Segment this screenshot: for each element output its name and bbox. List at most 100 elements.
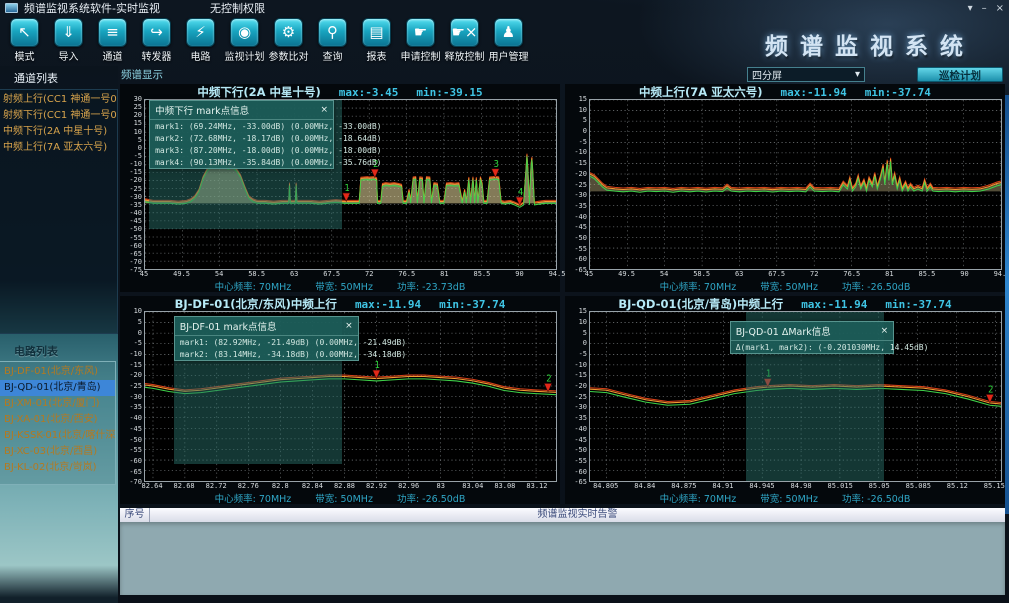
toolbar-button-label: 转发器 xyxy=(142,48,172,63)
sidebar: 通道列表 射频上行(CC1 神通一号02星)射频下行(CC1 神通一号02星)中… xyxy=(0,66,118,603)
close-icon[interactable]: × xyxy=(311,105,329,115)
toolbar-button-2[interactable]: ⇓导入 xyxy=(49,18,88,63)
channel-item[interactable]: 射频上行(CC1 神通一号02星) xyxy=(3,92,117,108)
center-frequency: 中心频率: 70MHz xyxy=(660,282,737,293)
toolbar-button-label: 查询 xyxy=(323,48,343,63)
screen-layout-select[interactable]: 四分屏 ▾ xyxy=(747,67,865,82)
power: 功率: -26.50dB xyxy=(397,494,465,505)
permission-status: 无控制权限 xyxy=(210,0,265,16)
app-logo-icon xyxy=(5,3,18,13)
chart-title: 中频下行(2A 中星十号)max:-3.45min:-39.15 xyxy=(120,84,560,99)
close-button[interactable]: × xyxy=(996,3,1004,14)
svg-text:1: 1 xyxy=(375,361,380,372)
search-icon: ⚲ xyxy=(318,18,347,47)
mark-row: Δ(mark1, mark2): (-0.201030MHz, 14.45dB) xyxy=(731,341,893,353)
wrench-icon: ⚙ xyxy=(274,18,303,47)
svg-text:3: 3 xyxy=(494,159,499,170)
toolbar-button-6[interactable]: ◉监视计划 xyxy=(225,18,264,63)
chart-min-value: min:-37.74 xyxy=(865,86,931,99)
circuit-item[interactable]: BJ-DF-01(北京/东风) xyxy=(0,364,115,380)
svg-text:1: 1 xyxy=(345,183,350,194)
power: 功率: -23.73dB xyxy=(397,282,465,293)
spectrum-chart-3: BJ-DF-01(北京/东风)中频上行max:-11.94min:-37.741… xyxy=(120,296,560,504)
toolbar-button-label: 申请控制 xyxy=(401,48,441,63)
svg-text:2: 2 xyxy=(546,374,551,385)
toolbar-button-1[interactable]: ↖模式 xyxy=(5,18,44,63)
toolbar-button-label: 模式 xyxy=(15,48,35,63)
channel-item[interactable]: 中频下行(2A 中星十号) xyxy=(3,124,117,140)
pin-icon[interactable]: ▾ xyxy=(968,3,973,14)
mark-row: mark2: (72.68MHz, -18.17dB) (0.00MHz, -1… xyxy=(150,132,333,144)
y-axis-labels: 151050-5-10-15-20-25-30-35-40-45-50-55-6… xyxy=(565,99,589,270)
chart-plot-area[interactable]: 1234中频下行 mark点信息×mark1: (69.24MHz, -33.0… xyxy=(144,99,557,270)
toolbar-button-7[interactable]: ⚙参数比对 xyxy=(269,18,308,63)
chart-min-value: min:-37.74 xyxy=(439,298,505,311)
chart-max-value: max:-11.94 xyxy=(355,298,421,311)
close-icon[interactable]: × xyxy=(871,326,889,336)
alarm-header: 序号 频谱监视实时告警 xyxy=(120,508,1005,522)
spectrum-chart-2: 中频上行(7A 亚太六号)max:-11.94min:-37.74151050-… xyxy=(565,84,1005,292)
chart-max-value: max:-11.94 xyxy=(801,298,867,311)
bandwidth: 带宽: 50MHz xyxy=(315,494,373,505)
svg-text:4: 4 xyxy=(518,187,524,198)
power: 功率: -26.50dB xyxy=(842,282,910,293)
chart-max-value: max:-3.45 xyxy=(339,86,399,99)
minimize-button[interactable]: – xyxy=(982,3,987,14)
center-frequency: 中心频率: 70MHz xyxy=(215,494,292,505)
window-title: 频谱监视系统软件-实时监视 xyxy=(24,0,160,16)
close-icon[interactable]: × xyxy=(335,321,353,331)
toolbar-button-10[interactable]: ☛申请控制 xyxy=(401,18,440,63)
circuit-item[interactable]: BJ-KSSK-01(北京/喀什深空站) xyxy=(0,428,115,444)
mark-info-panel: 中频下行 mark点信息×mark1: (69.24MHz, -33.00dB)… xyxy=(149,100,334,169)
chart-title: 中频上行(7A 亚太六号)max:-11.94min:-37.74 xyxy=(565,84,1005,99)
toolbar-button-8[interactable]: ⚲查询 xyxy=(313,18,352,63)
app-window: 频谱监视系统软件-实时监视 无控制权限 ▾ – × ↖模式⇓导入≡通道↪转发器⚡… xyxy=(0,0,1009,603)
chart-plot-area[interactable] xyxy=(589,99,1002,270)
channel-item[interactable]: 射频下行(CC1 神通一号02星) xyxy=(3,108,117,124)
mark-row: mark1: (82.92MHz, -21.49dB) (0.00MHz, -2… xyxy=(175,336,358,348)
circuit-item[interactable]: BJ-QD-01(北京/青岛) xyxy=(0,380,115,396)
subbar: 频谱显示 四分屏 ▾ 巡检计划 xyxy=(118,66,1009,84)
circuit-item[interactable]: BJ-XC-03(北京/西昌) xyxy=(0,444,115,460)
chart-plot-area[interactable]: 12BJ-DF-01 mark点信息×mark1: (82.92MHz, -21… xyxy=(144,311,557,482)
center-frequency: 中心频率: 70MHz xyxy=(660,494,737,505)
toolbar-button-4[interactable]: ↪转发器 xyxy=(137,18,176,63)
release-control-icon: ☛× xyxy=(450,18,479,47)
app-title: 频谱监视系统 xyxy=(765,27,975,61)
chart-footer: 中心频率: 70MHz 带宽: 50MHz 功率: -26.50dB xyxy=(565,279,1005,292)
toolbar-button-11[interactable]: ☛×释放控制 xyxy=(445,18,484,63)
chart-max-value: max:-11.94 xyxy=(780,86,846,99)
chevron-down-icon: ▾ xyxy=(855,69,860,80)
circuit-item[interactable]: BJ-KL-02(北京/岢岚) xyxy=(0,460,115,476)
alarm-panel: 序号 频谱监视实时告警 xyxy=(120,508,1005,595)
circuit-item[interactable]: BJ-XA-01(北京/西安) xyxy=(0,412,115,428)
toolbar-button-label: 报表 xyxy=(367,48,387,63)
titlebar: 频谱监视系统软件-实时监视 无控制权限 ▾ – × xyxy=(0,0,1009,16)
channel-list-title: 通道列表 xyxy=(0,66,118,89)
toolbar-button-3[interactable]: ≡通道 xyxy=(93,18,132,63)
chart-plot-area[interactable]: 12BJ-QD-01 ΔMark信息×Δ(mark1, mark2): (-0.… xyxy=(589,311,1002,482)
center-frequency: 中心频率: 70MHz xyxy=(215,282,292,293)
alarm-title: 频谱监视实时告警 xyxy=(150,508,1005,522)
chart-min-value: min:-39.15 xyxy=(416,86,482,99)
toolbar: ↖模式⇓导入≡通道↪转发器⚡电路◉监视计划⚙参数比对⚲查询▤报表☛申请控制☛×释… xyxy=(5,18,528,63)
chart-title: BJ-QD-01(北京/青岛)中频上行max:-11.94min:-37.74 xyxy=(565,296,1005,311)
chart-footer: 中心频率: 70MHz 带宽: 50MHz 功率: -26.50dB xyxy=(120,491,560,504)
toolbar-button-12[interactable]: ♟用户管理 xyxy=(489,18,528,63)
circuit-list-title: 电路列表 xyxy=(0,334,118,361)
patrol-plan-button[interactable]: 巡检计划 xyxy=(917,67,1003,82)
channel-item[interactable]: 中频上行(7A 亚太六号) xyxy=(3,140,117,156)
channel-list: 射频上行(CC1 神通一号02星)射频下行(CC1 神通一号02星)中频下行(2… xyxy=(0,89,118,334)
mark-panel-title: BJ-QD-01 ΔMark信息 xyxy=(736,324,831,338)
circuit-item[interactable]: BJ-XM-01(北京/厦门) xyxy=(0,396,115,412)
alarm-body[interactable] xyxy=(120,522,1005,595)
bandwidth: 带宽: 50MHz xyxy=(760,282,818,293)
toolbar-button-label: 监视计划 xyxy=(225,48,265,63)
svg-text:2: 2 xyxy=(988,385,993,396)
toolbar-button-5[interactable]: ⚡电路 xyxy=(181,18,220,63)
toolbar-button-9[interactable]: ▤报表 xyxy=(357,18,396,63)
circuit-list: BJ-DF-01(北京/东风)BJ-QD-01(北京/青岛)BJ-XM-01(北… xyxy=(0,361,116,485)
mark-row: mark3: (87.20MHz, -18.00dB) (0.00MHz, -1… xyxy=(150,144,333,156)
y-axis-labels: 302520151050-5-10-15-20-25-30-35-40-45-5… xyxy=(120,99,144,270)
power: 功率: -26.50dB xyxy=(842,494,910,505)
